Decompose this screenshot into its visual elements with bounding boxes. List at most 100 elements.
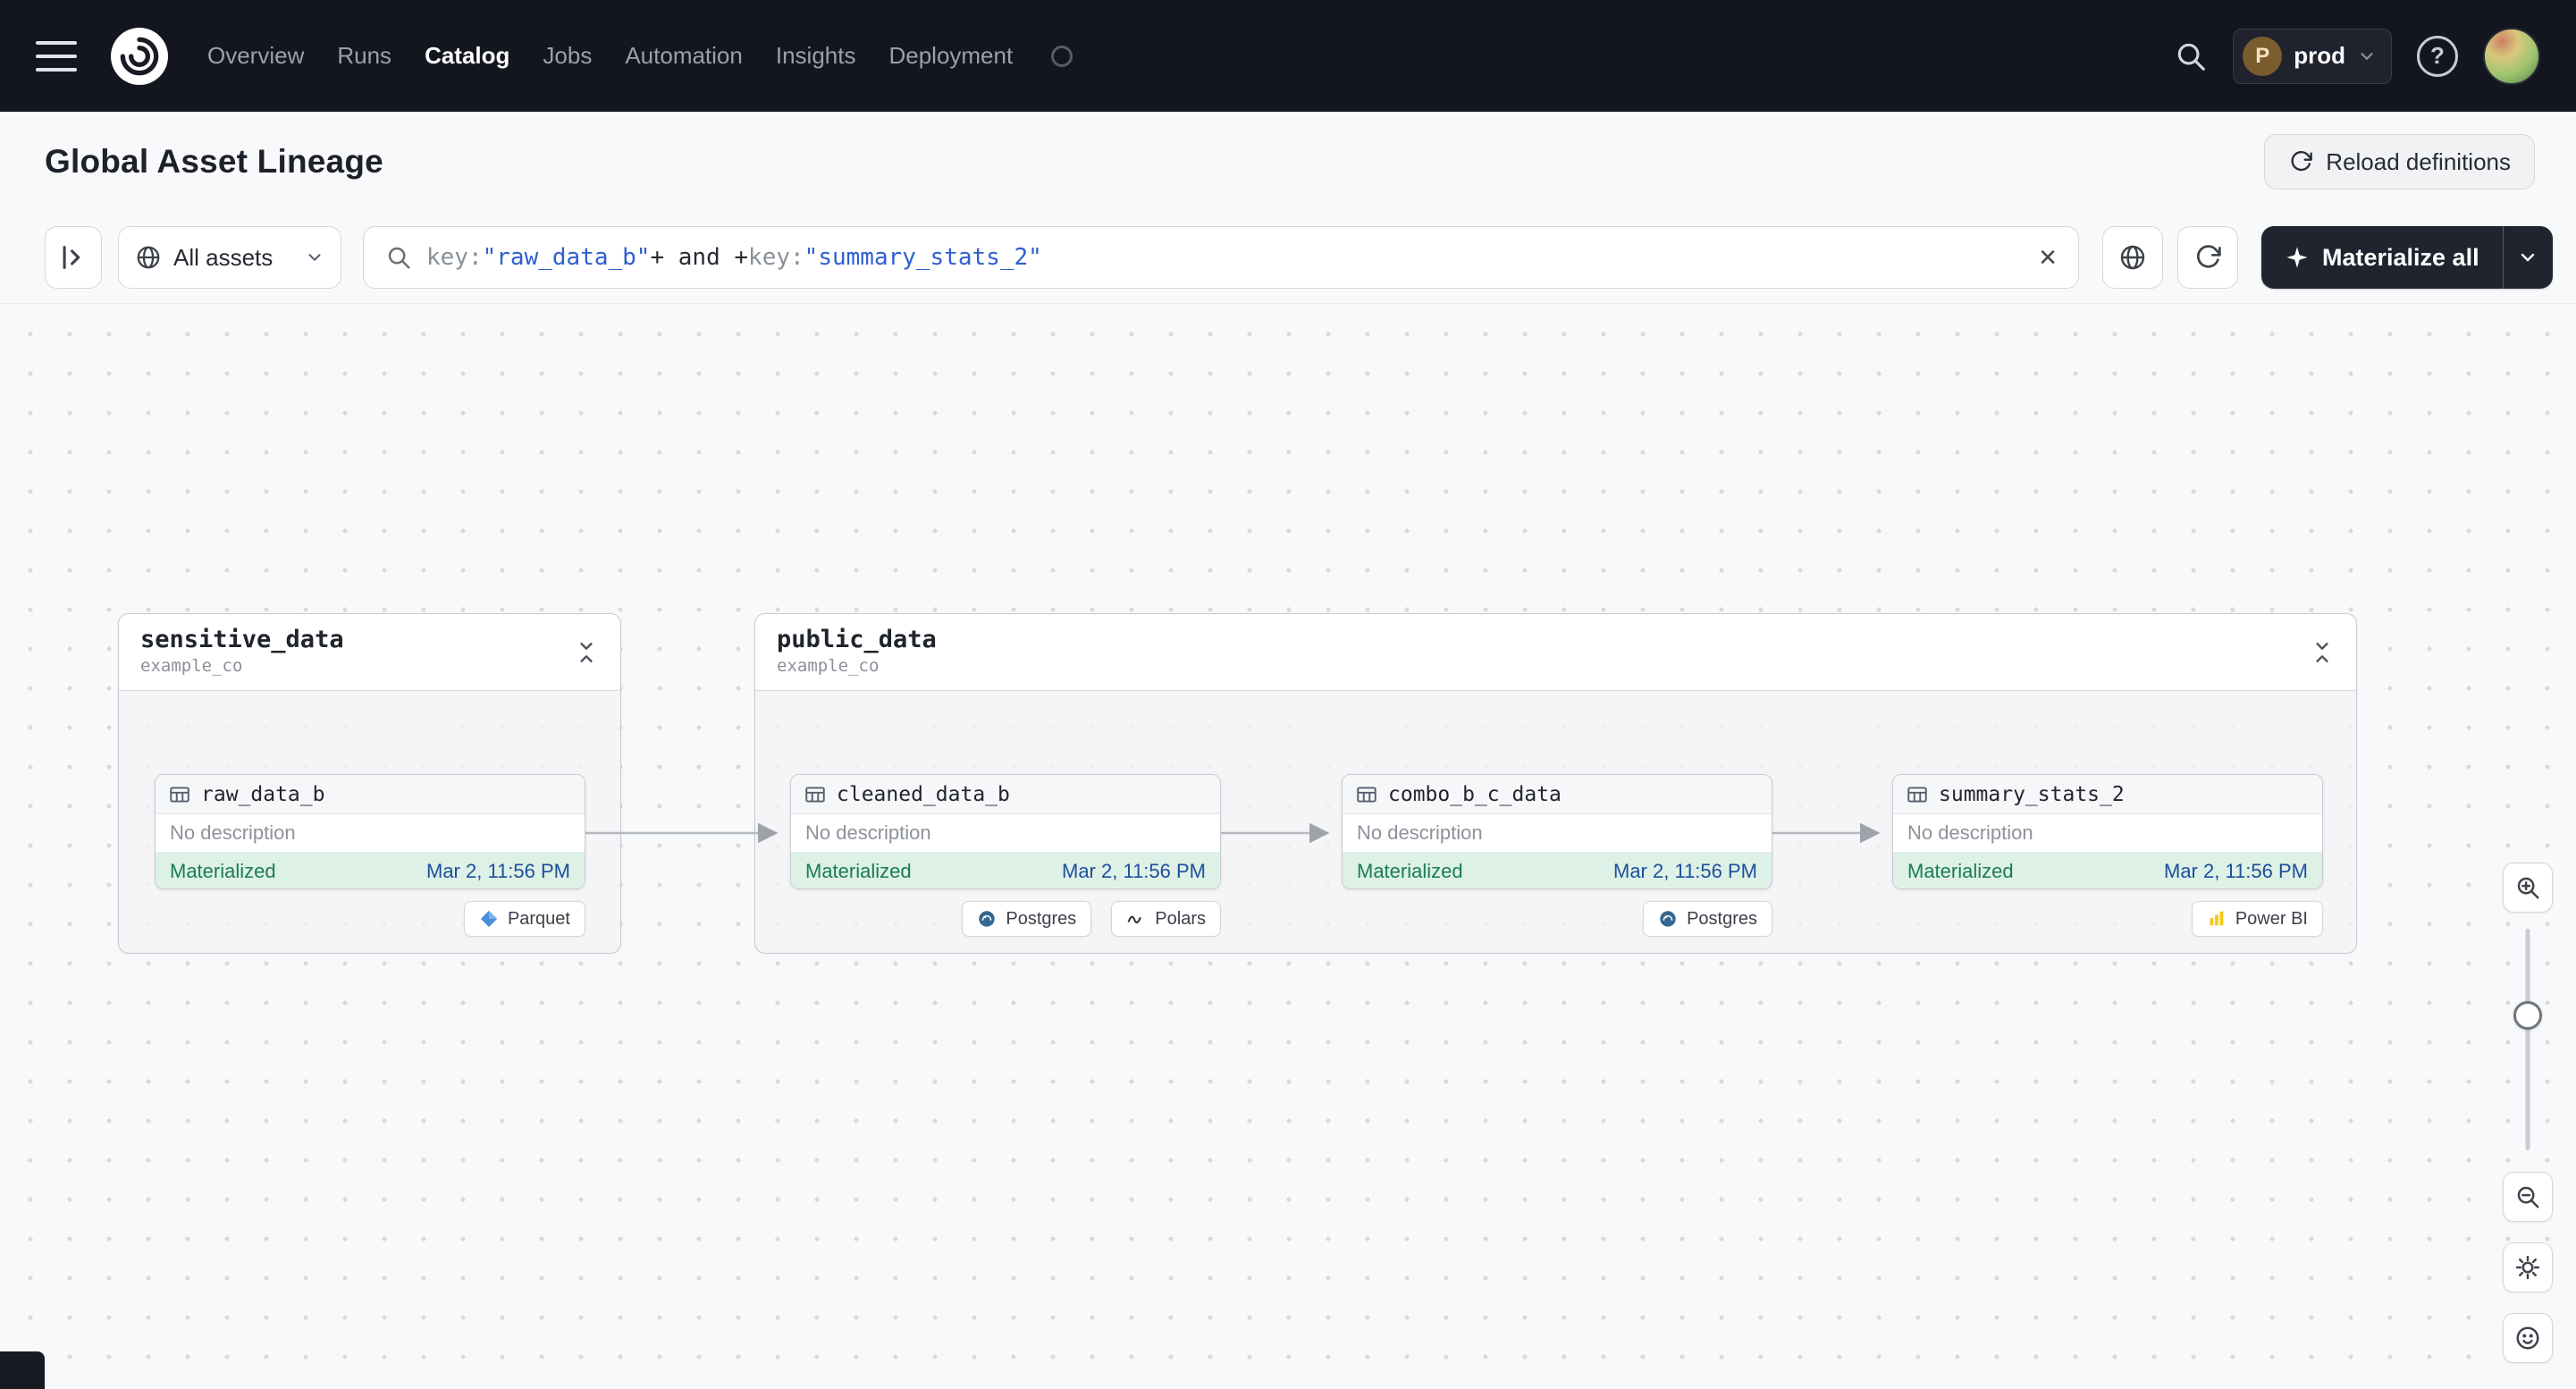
- navbar-right-cluster: P prod ?: [2174, 27, 2540, 85]
- kind-tag-postgres[interactable]: Postgres: [962, 901, 1092, 937]
- search-token-operator: + and +: [650, 244, 749, 271]
- lineage-toolbar: All assets key: "raw_data_b" + and + key…: [0, 212, 2576, 304]
- search-token-key: key:: [748, 244, 804, 271]
- dagster-logo-icon: [111, 27, 168, 85]
- nav-item-insights[interactable]: Insights: [776, 42, 856, 70]
- asset-node-raw-data-b[interactable]: raw_data_b No description Materialized M…: [155, 774, 585, 889]
- refresh-graph-button[interactable]: [2177, 226, 2238, 289]
- kind-tags-cleaned-data-b: Postgres Polars: [790, 901, 1221, 937]
- panel-expand-icon: [63, 246, 80, 269]
- postgres-icon: [1660, 911, 1676, 927]
- global-search-button[interactable]: [2174, 39, 2208, 73]
- nav-item-catalog[interactable]: Catalog: [425, 42, 509, 70]
- kind-tag-label: Parquet: [507, 908, 570, 929]
- zoom-slider-track: [2525, 929, 2530, 1150]
- zoom-out-button[interactable]: [2503, 1172, 2553, 1222]
- kind-tag-powerbi[interactable]: Power BI: [2191, 901, 2323, 937]
- materialize-all-button[interactable]: Materialize all: [2261, 226, 2503, 289]
- materialized-status: Materialized: [1357, 859, 1463, 882]
- deployment-name: prod: [2294, 42, 2345, 69]
- question-mark-icon: ?: [2430, 42, 2445, 69]
- nav-item-automation[interactable]: Automation: [625, 42, 743, 70]
- sparkle-icon: [2286, 247, 2308, 268]
- zoom-out-icon: [2517, 1186, 2539, 1208]
- asset-status-row: Materialized Mar 2, 11:56 PM: [1893, 852, 2322, 888]
- kind-tag-label: Postgres: [1006, 908, 1077, 929]
- asset-status-row: Materialized Mar 2, 11:56 PM: [791, 852, 1220, 888]
- clear-search-button[interactable]: ×: [2039, 242, 2057, 273]
- lineage-canvas[interactable]: sensitive_data example_co public_data ex…: [0, 304, 2576, 1389]
- materialized-status: Materialized: [170, 859, 276, 882]
- open-side-panel-button[interactable]: [45, 226, 102, 289]
- materialization-timestamp[interactable]: Mar 2, 11:56 PM: [1613, 860, 1757, 883]
- hamburger-menu-button[interactable]: [36, 40, 77, 72]
- materialize-all-label: Materialize all: [2322, 243, 2479, 271]
- materialization-timestamp[interactable]: Mar 2, 11:56 PM: [2164, 860, 2308, 883]
- materialize-options-button[interactable]: [2502, 226, 2553, 289]
- kind-tag-polars[interactable]: Polars: [1111, 901, 1221, 937]
- asset-node-summary-stats-2[interactable]: summary_stats_2 No description Materiali…: [1892, 774, 2323, 889]
- nav-item-jobs[interactable]: Jobs: [543, 42, 592, 70]
- feedback-button[interactable]: [2503, 1313, 2553, 1363]
- user-avatar[interactable]: [2483, 27, 2540, 85]
- asset-node-header: combo_b_c_data: [1343, 775, 1772, 814]
- dagster-logo[interactable]: [111, 27, 168, 85]
- hamburger-icon: [36, 40, 77, 45]
- asset-scope-dropdown[interactable]: All assets: [118, 226, 341, 289]
- bottom-left-panel-corner: [0, 1351, 45, 1389]
- reload-definitions-button[interactable]: Reload definitions: [2264, 134, 2535, 189]
- top-navbar: Overview Runs Catalog Jobs Automation In…: [0, 0, 2576, 112]
- collapse-icon: [580, 642, 593, 662]
- group-header[interactable]: public_data example_co: [755, 614, 2356, 691]
- asset-node-header: cleaned_data_b: [791, 775, 1220, 814]
- asset-description: No description: [1907, 821, 2033, 844]
- powerbi-icon: [2210, 911, 2224, 926]
- kind-tag-label: Postgres: [1687, 908, 1757, 929]
- materialization-timestamp[interactable]: Mar 2, 11:56 PM: [426, 860, 570, 883]
- nav-item-overview[interactable]: Overview: [207, 42, 304, 70]
- asset-description: No description: [1357, 821, 1483, 844]
- collapse-group-button[interactable]: [568, 635, 604, 670]
- group-code-location: example_co: [777, 656, 880, 676]
- kind-tags-raw-data-b: Parquet: [155, 901, 585, 937]
- asset-name: combo_b_c_data: [1388, 782, 1562, 806]
- asset-node-cleaned-data-b[interactable]: cleaned_data_b No description Materializ…: [790, 774, 1221, 889]
- graph-settings-button[interactable]: [2503, 1242, 2553, 1292]
- group-name: public_data: [777, 626, 937, 653]
- search-icon: [2177, 43, 2206, 71]
- materialization-timestamp[interactable]: Mar 2, 11:56 PM: [1062, 860, 1206, 883]
- kind-tag-label: Power BI: [2235, 908, 2308, 929]
- zoom-slider[interactable]: [2503, 929, 2553, 1150]
- nav-item-deployment[interactable]: Deployment: [888, 42, 1013, 70]
- parquet-icon: [480, 910, 498, 928]
- nav-item-runs[interactable]: Runs: [337, 42, 391, 70]
- asset-scope-label: All assets: [173, 243, 274, 271]
- zoom-in-button[interactable]: [2503, 863, 2553, 913]
- kind-tag-postgres[interactable]: Postgres: [1643, 901, 1772, 937]
- group-header[interactable]: sensitive_data example_co: [119, 614, 620, 691]
- asset-search-input[interactable]: key: "raw_data_b" + and + key: "summary_…: [363, 226, 2079, 289]
- collapse-group-button[interactable]: [2304, 635, 2340, 670]
- graph-query-settings-button[interactable]: [2102, 226, 2163, 289]
- group-code-location: example_co: [140, 656, 243, 676]
- asset-name: summary_stats_2: [1939, 782, 2125, 806]
- page-title: Global Asset Lineage: [45, 143, 383, 180]
- primary-nav: Overview Runs Catalog Jobs Automation In…: [207, 42, 1073, 70]
- nav-loading-spinner-icon: [1051, 45, 1073, 67]
- kind-tag-parquet[interactable]: Parquet: [463, 901, 585, 937]
- asset-node-combo-b-c-data[interactable]: combo_b_c_data No description Materializ…: [1342, 774, 1772, 889]
- help-button[interactable]: ?: [2417, 35, 2458, 77]
- deployment-switcher[interactable]: P prod: [2233, 28, 2392, 84]
- reload-icon: [2291, 150, 2313, 172]
- asset-name: cleaned_data_b: [837, 782, 1010, 806]
- refresh-icon: [2197, 245, 2221, 268]
- zoom-slider-knob[interactable]: [2513, 1001, 2542, 1030]
- table-icon: [805, 786, 825, 803]
- group-name: sensitive_data: [140, 626, 344, 653]
- table-icon: [1907, 786, 1927, 803]
- smiley-face-icon: [2516, 1326, 2539, 1350]
- table-icon: [170, 786, 189, 803]
- asset-description: No description: [170, 821, 296, 844]
- asset-status-row: Materialized Mar 2, 11:56 PM: [1343, 852, 1772, 888]
- page-header: Global Asset Lineage Reload definitions: [0, 112, 2576, 212]
